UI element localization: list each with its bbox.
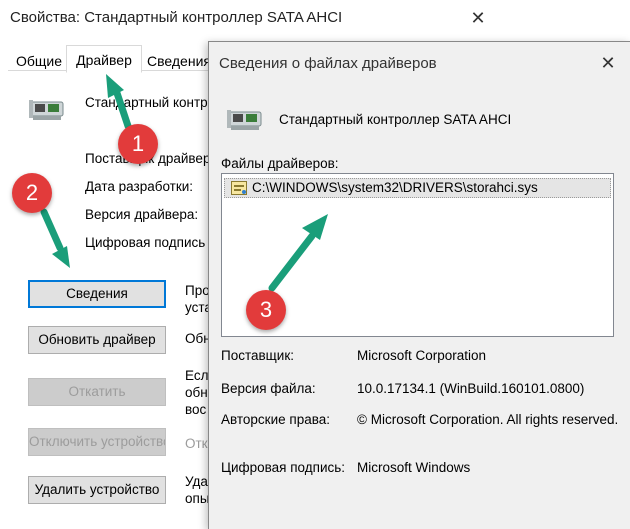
tab-details[interactable]: Сведения	[144, 50, 214, 72]
controller-device-icon	[227, 110, 262, 130]
update-driver-button[interactable]: Обновить драйвер	[28, 326, 166, 354]
copyright-label: Авторские права:	[221, 412, 330, 427]
step-badge-3: 3	[246, 290, 286, 330]
driver-file-path: C:\WINDOWS\system32\DRIVERS\storahci.sys	[252, 180, 538, 195]
close-icon[interactable]: ✕	[597, 52, 619, 74]
driver-files-label: Файлы драйверов:	[221, 156, 339, 171]
controller-device-icon	[29, 100, 64, 120]
copyright-value: © Microsoft Corporation. All rights rese…	[357, 412, 619, 427]
uninstall-device-button[interactable]: Удалить устройство	[28, 476, 166, 504]
driver-version-label: Версия драйвера:	[85, 207, 199, 222]
update-description-line-1: Обн	[185, 331, 208, 346]
tab-driver[interactable]: Драйвер	[66, 45, 142, 73]
rollback-description-line-2: обн	[185, 385, 208, 400]
disable-device-button[interactable]: Отключить устройство	[28, 428, 166, 456]
file-version-value: 10.0.17134.1 (WinBuild.160101.0800)	[357, 381, 585, 396]
provider-value: Microsoft Corporation	[357, 348, 487, 363]
list-item[interactable]: C:\WINDOWS\system32\DRIVERS\storahci.sys	[224, 178, 611, 198]
file-version-label: Версия файла:	[221, 381, 316, 396]
step-badge-1: 1	[118, 124, 158, 164]
uninstall-description-line-2: опы	[185, 491, 208, 506]
properties-window-title: Свойства: Стандартный контроллер SATA AH…	[10, 9, 343, 26]
digital-signature-label: Цифровая подпись:	[221, 460, 346, 475]
driver-file-icon	[231, 181, 247, 195]
driver-file-details-dialog: Сведения о файлах драйверов ✕ Стандартны…	[208, 41, 630, 529]
driver-details-button[interactable]: Сведения	[28, 280, 166, 308]
uninstall-description-line-1: Удал	[185, 474, 208, 489]
device-name: Стандартный контроллер SATA AHCI	[279, 112, 512, 127]
rollback-description-line-1: Есл	[185, 368, 208, 383]
dialog-title: Сведения о файлах драйверов	[219, 55, 437, 72]
rollback-description-line-3: вос	[185, 402, 207, 417]
rollback-driver-button[interactable]: Откатить	[28, 378, 166, 406]
close-icon[interactable]: ✕	[466, 6, 490, 30]
digital-signature-value: Microsoft Windows	[357, 460, 471, 475]
digital-signer-label: Цифровая подпись	[85, 235, 206, 250]
device-name: Стандартный контр	[85, 95, 208, 110]
details-description-line-2: уста	[185, 300, 208, 315]
provider-label: Поставщик:	[221, 348, 294, 363]
step-badge-2: 2	[12, 173, 52, 213]
tab-general[interactable]: Общие	[12, 50, 66, 72]
disable-description-line-1: Отк	[185, 436, 208, 451]
driver-date-label: Дата разработки:	[85, 179, 194, 194]
details-description-line-1: Про	[185, 283, 208, 298]
